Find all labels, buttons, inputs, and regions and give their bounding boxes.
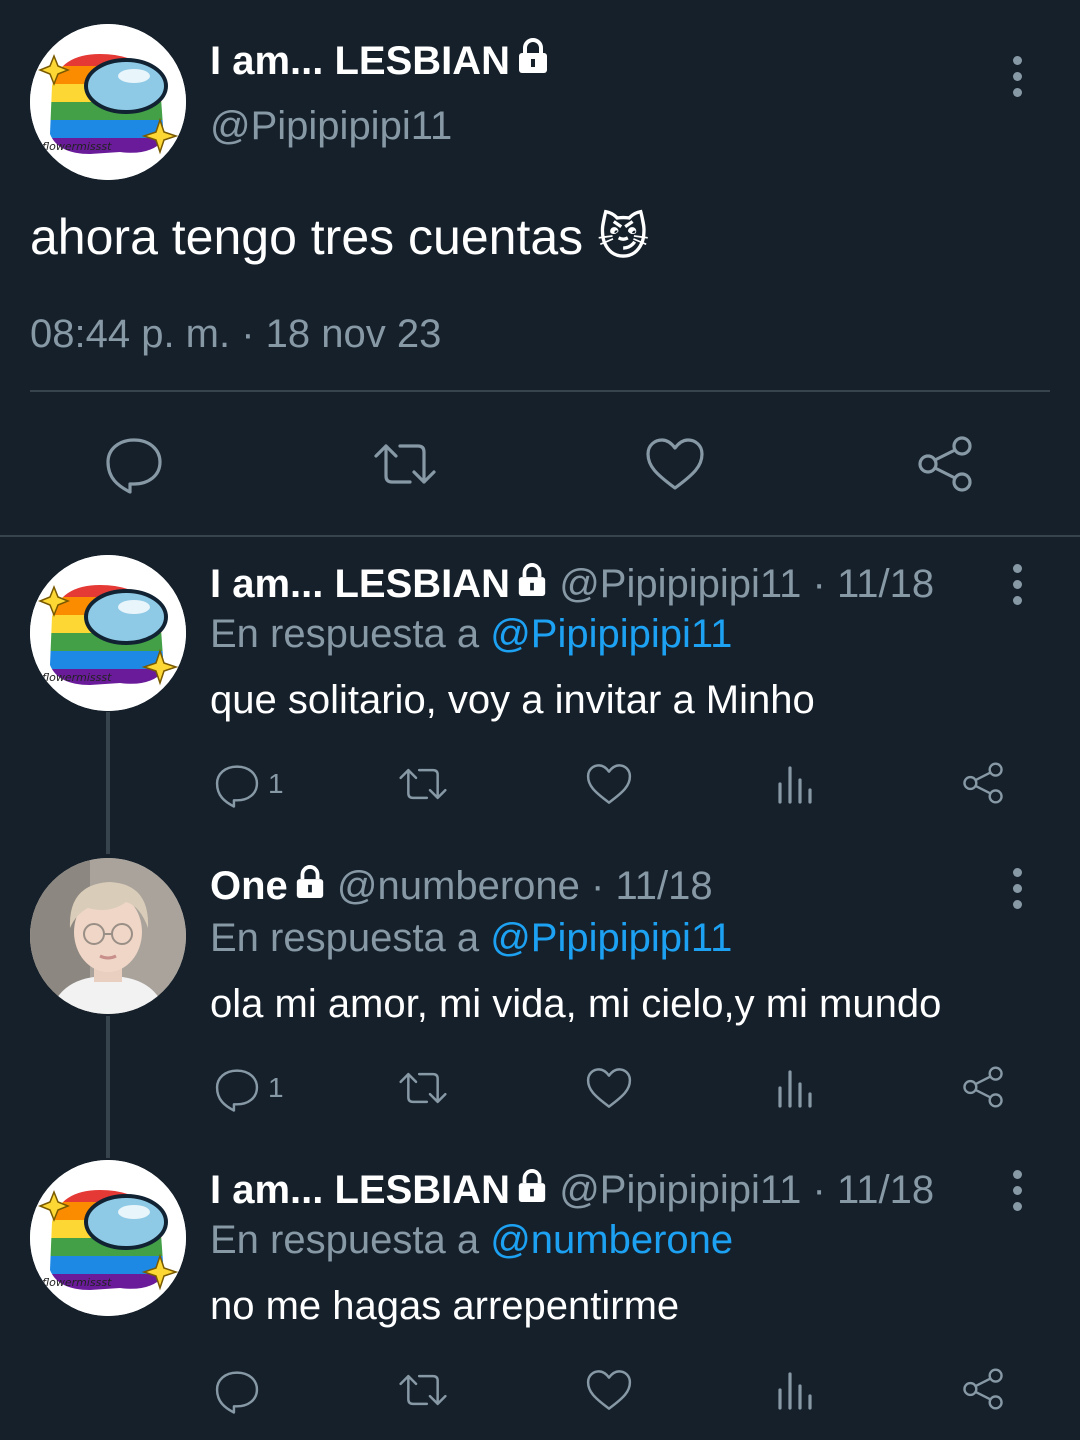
reply-count: 1 (268, 768, 284, 799)
rainbow-crewmate-avatar-image: flowermissst (30, 1160, 186, 1316)
display-name[interactable]: I am... LESBIAN (210, 562, 510, 606)
analytics-icon[interactable] (776, 762, 816, 806)
reply-icon[interactable] (214, 1066, 260, 1112)
reply-to-link[interactable]: @Pipipipipi11 (490, 916, 732, 960)
reply-icon[interactable] (104, 434, 164, 494)
thread-connector (106, 1016, 110, 1158)
handle[interactable]: @Pipipipipi11 (559, 1168, 801, 1212)
display-name-text: I am... LESBIAN (210, 39, 511, 83)
share-icon[interactable] (960, 1366, 1006, 1412)
more-options-icon[interactable] (1007, 56, 1027, 104)
like-icon[interactable] (644, 436, 706, 492)
reply-context: En respuesta a @Pipipipipi11 (210, 916, 732, 961)
date[interactable]: · 11/18 (813, 1168, 935, 1212)
person-avatar-image (30, 858, 186, 1014)
reply-prefix: En respuesta a (210, 1218, 480, 1262)
reply-context: En respuesta a @Pipipipipi11 (210, 612, 732, 657)
reply-count: 1 (268, 1072, 284, 1103)
tweet-header: I am... LESBIAN @Pipipipipi11 · 11/18 (210, 1168, 934, 1213)
more-options-icon[interactable] (1007, 564, 1027, 612)
share-icon[interactable] (960, 1064, 1006, 1110)
divider (0, 535, 1080, 537)
display-name[interactable]: I am... LESBIAN (210, 38, 550, 84)
more-options-icon[interactable] (1007, 1170, 1027, 1218)
cat-emoji: 😼 (597, 209, 650, 265)
retweet-icon[interactable] (370, 436, 440, 492)
reply-icon[interactable] (214, 762, 260, 808)
avatar[interactable]: flowermissst (30, 555, 186, 711)
date[interactable]: · 11/18 (591, 864, 713, 908)
handle[interactable]: @Pipipipipi11 (210, 104, 452, 149)
handle[interactable]: @Pipipipipi11 (559, 562, 801, 606)
lock-icon (518, 1169, 546, 1202)
thread-connector (106, 712, 110, 854)
retweet-icon[interactable] (396, 762, 450, 806)
reply-context: En respuesta a @numberone (210, 1218, 733, 1263)
date[interactable]: · 11/18 (813, 562, 935, 606)
handle[interactable]: @numberone (337, 864, 580, 908)
display-name[interactable]: One (210, 864, 288, 908)
lock-icon (296, 865, 323, 898)
tweet-text: que solitario, voy a invitar a Minho (210, 678, 815, 722)
rainbow-crewmate-avatar-image: flowermissst (30, 555, 186, 711)
reply-to-link[interactable]: @numberone (490, 1218, 733, 1262)
like-icon[interactable] (585, 1066, 633, 1110)
reply-icon[interactable] (214, 1368, 260, 1414)
tweet-text: ahora tengo tres cuentas 😼 (30, 208, 649, 266)
tweet-text: no me hagas arrepentirme (210, 1284, 680, 1328)
like-icon[interactable] (585, 762, 633, 806)
share-icon[interactable] (960, 760, 1006, 806)
like-icon[interactable] (585, 1368, 633, 1412)
avatar[interactable] (30, 858, 186, 1014)
lock-icon (519, 38, 548, 73)
rainbow-crewmate-avatar-image: flowermissst (30, 24, 186, 180)
retweet-icon[interactable] (396, 1368, 450, 1412)
reply-to-link[interactable]: @Pipipipipi11 (490, 612, 732, 656)
avatar[interactable]: flowermissst (30, 1160, 186, 1316)
timestamp[interactable]: 08:44 p. m. · 18 nov 23 (30, 312, 441, 357)
analytics-icon[interactable] (776, 1066, 816, 1110)
more-options-icon[interactable] (1007, 868, 1027, 916)
analytics-icon[interactable] (776, 1368, 816, 1412)
tweet-header: One @numberone · 11/18 (210, 864, 713, 909)
share-icon[interactable] (914, 434, 976, 494)
lock-icon (518, 563, 546, 596)
reply-prefix: En respuesta a (210, 916, 480, 960)
retweet-icon[interactable] (396, 1066, 450, 1110)
tweet-text: ola mi amor, mi vida, mi cielo,y mi mund… (210, 982, 942, 1026)
avatar-caption: flowermissst (42, 671, 112, 684)
divider (30, 390, 1050, 392)
avatar-caption: flowermissst (42, 140, 112, 153)
reply-prefix: En respuesta a (210, 612, 480, 656)
avatar[interactable]: flowermissst (30, 24, 186, 180)
avatar-caption: flowermissst (42, 1276, 112, 1289)
tweet-header: I am... LESBIAN @Pipipipipi11 · 11/18 (210, 562, 934, 607)
tweet-text-body: ahora tengo tres cuentas (30, 209, 584, 265)
display-name[interactable]: I am... LESBIAN (210, 1168, 510, 1212)
